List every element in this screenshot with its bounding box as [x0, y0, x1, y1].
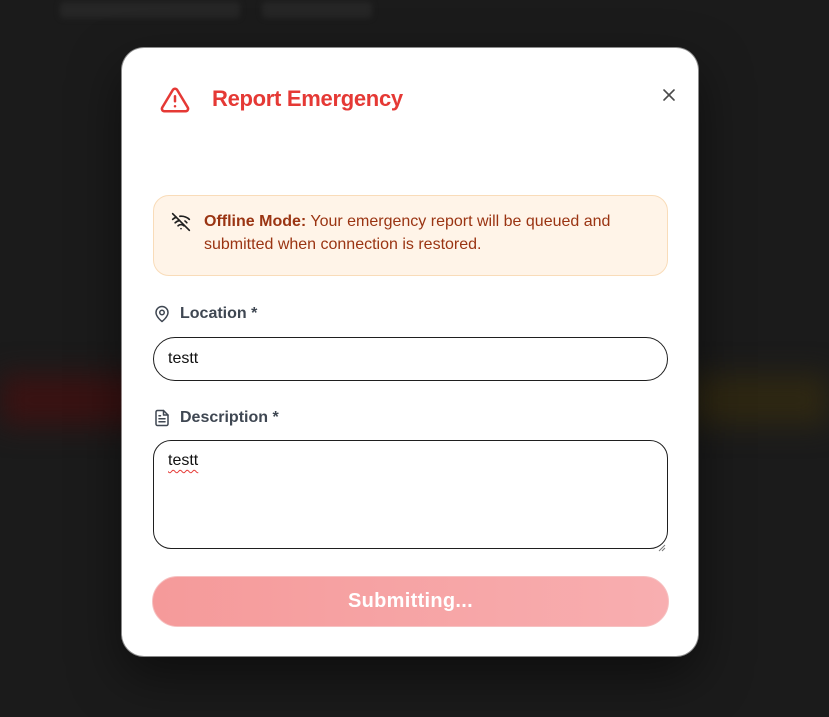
description-label: Description *	[153, 408, 279, 428]
resize-handle-icon[interactable]	[658, 539, 666, 552]
description-textarea[interactable]: testt	[153, 440, 668, 549]
close-icon	[662, 88, 676, 102]
dialog-title: Report Emergency	[212, 86, 403, 111]
background-blur-block	[60, 2, 240, 18]
map-pin-icon	[153, 305, 171, 323]
wifi-off-icon	[171, 212, 191, 232]
report-emergency-dialog: Report Emergency Offline Mode: Your emer…	[122, 48, 698, 656]
location-input[interactable]	[153, 337, 668, 381]
submit-button[interactable]: Submitting...	[152, 576, 669, 627]
offline-mode-alert: Offline Mode: Your emergency report will…	[153, 195, 668, 276]
location-label: Location *	[153, 304, 257, 324]
document-icon	[153, 409, 171, 427]
background-blur-block	[689, 375, 829, 425]
location-label-text: Location *	[180, 305, 258, 322]
alert-label: Offline Mode:	[204, 213, 307, 230]
close-button[interactable]	[658, 84, 680, 106]
background-blur-block	[262, 2, 372, 18]
description-label-text: Description *	[180, 409, 279, 426]
warning-triangle-icon	[160, 85, 190, 115]
alert-message: Offline Mode: Your emergency report will…	[204, 210, 649, 256]
